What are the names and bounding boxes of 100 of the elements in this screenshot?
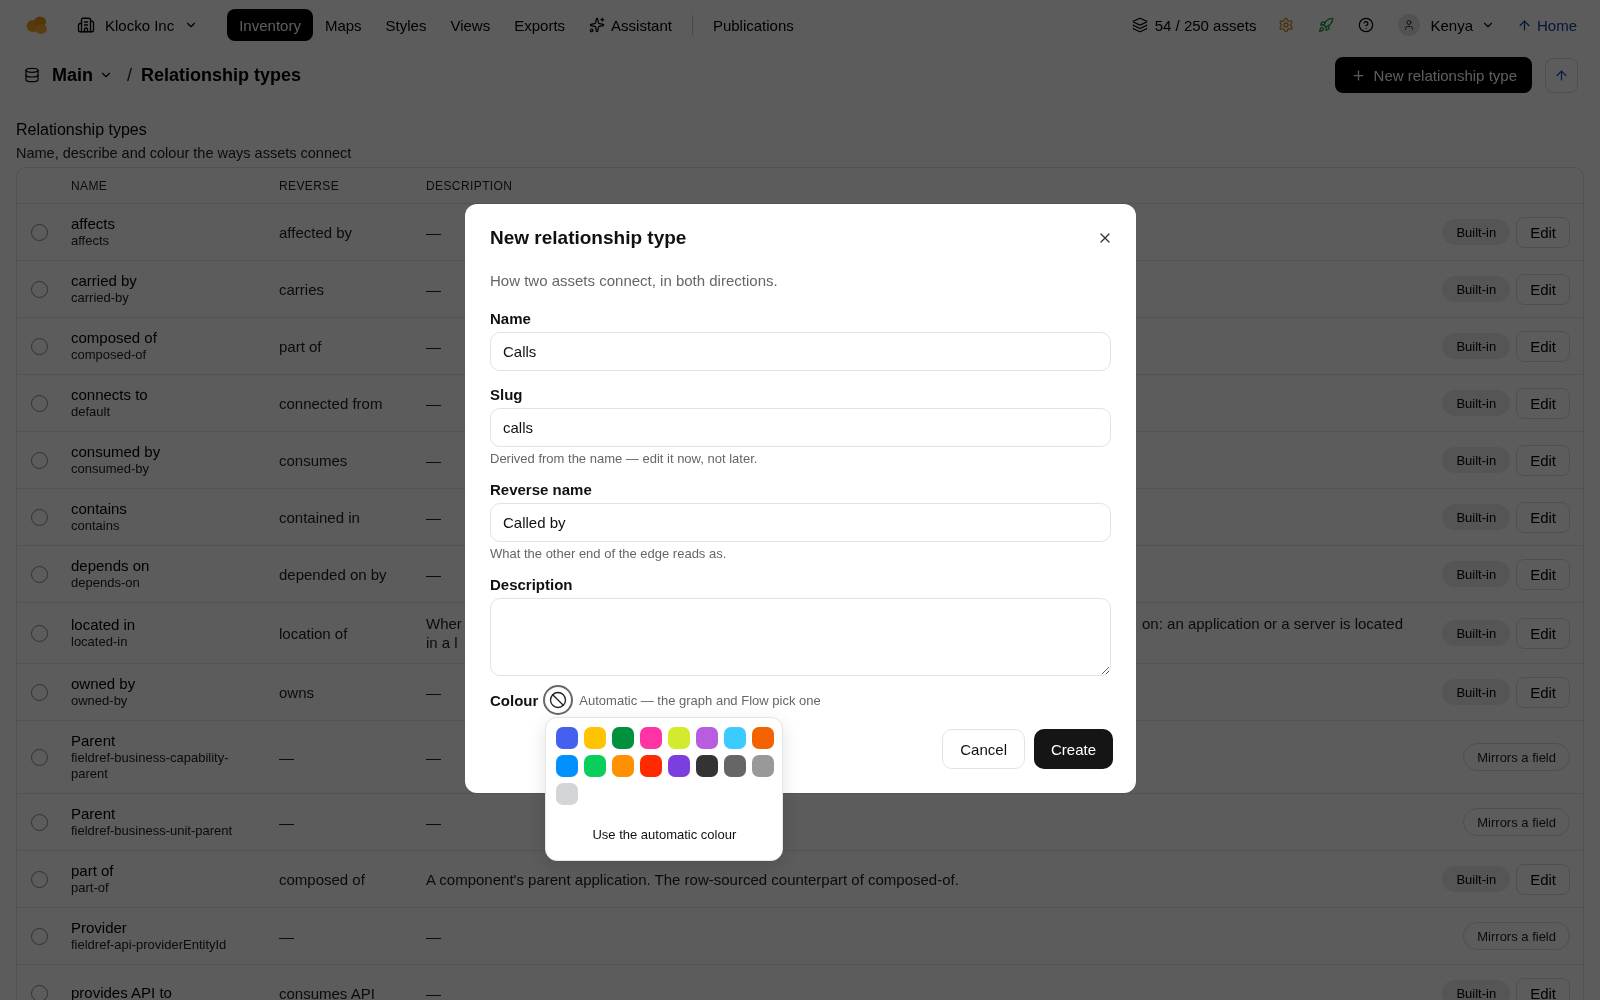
nav-tab[interactable]: Views xyxy=(438,9,503,41)
edit-button[interactable]: Edit xyxy=(1516,273,1570,305)
reverse-name: contained in xyxy=(279,508,360,526)
layers-icon xyxy=(1131,17,1148,33)
built-in-badge: Built-in xyxy=(1442,679,1511,705)
colour-swatch-icon[interactable] xyxy=(640,755,663,777)
colour-swatch-icon[interactable] xyxy=(752,755,775,777)
text-field[interactable]: Calls xyxy=(490,332,1111,371)
cancel-button[interactable]: Cancel xyxy=(942,729,1025,769)
type-name: affects xyxy=(71,215,115,233)
type-slug: carried-by xyxy=(71,290,129,306)
gear-icon[interactable] xyxy=(1278,17,1295,33)
colour-swatch-icon[interactable] xyxy=(696,727,719,749)
reverse-name: connected from xyxy=(279,394,383,412)
user-menu[interactable]: Kenya xyxy=(1398,14,1495,36)
colour-swatch-icon[interactable] xyxy=(612,755,635,777)
type-name: contains xyxy=(71,500,127,518)
type-name: Parent xyxy=(71,805,116,823)
type-name: connects to xyxy=(71,386,148,404)
colour-swatch-icon[interactable] xyxy=(696,755,719,777)
type-name: carried by xyxy=(71,272,137,290)
create-button[interactable]: Create xyxy=(1033,729,1113,769)
description-text: — xyxy=(426,926,441,946)
edit-button[interactable]: Edit xyxy=(1516,558,1570,590)
row-checkbox[interactable] xyxy=(31,927,48,945)
row-checkbox[interactable] xyxy=(31,451,48,469)
description-text: — xyxy=(426,682,441,702)
built-in-badge: Built-in xyxy=(1442,219,1511,245)
nav-tab[interactable]: Exports xyxy=(502,9,578,41)
built-in-badge: Built-in xyxy=(1442,447,1511,473)
logo-icon[interactable] xyxy=(26,15,48,35)
reverse-name: part of xyxy=(279,337,322,355)
row-checkbox[interactable] xyxy=(31,813,48,831)
colour-swatch-icon[interactable] xyxy=(668,755,691,777)
row-checkbox[interactable] xyxy=(31,748,48,766)
row-checkbox[interactable] xyxy=(31,624,48,642)
up-button[interactable] xyxy=(1545,57,1578,93)
column-header: NAME xyxy=(71,178,108,193)
edit-button[interactable]: Edit xyxy=(1516,617,1570,649)
colour-swatch-icon[interactable] xyxy=(556,727,579,749)
asset-usage: 54 / 250 assets xyxy=(1154,16,1257,34)
colour-swatch-icon[interactable] xyxy=(584,727,607,749)
description-text: — xyxy=(426,812,441,832)
colour-swatch-icon[interactable] xyxy=(556,783,579,805)
automatic-colour-button[interactable]: Use the automatic colour xyxy=(588,825,741,844)
database-icon xyxy=(24,67,40,83)
dialog-description: How two assets connect, in both directions. xyxy=(490,271,779,291)
help-icon[interactable] xyxy=(1358,17,1375,33)
description-text: in a l xyxy=(426,633,458,652)
sparkle-icon xyxy=(589,17,606,33)
home-link[interactable]: Home xyxy=(1517,16,1577,34)
text-field[interactable]: Called by xyxy=(490,503,1111,542)
colour-swatch-icon[interactable] xyxy=(584,755,607,777)
workspace-switcher[interactable]: Klocko Inc xyxy=(77,16,199,34)
built-in-badge: Built-in xyxy=(1442,561,1511,587)
colour-swatch-icon[interactable] xyxy=(640,727,663,749)
row-checkbox[interactable] xyxy=(31,394,48,412)
edit-button[interactable]: Edit xyxy=(1516,216,1570,248)
row-checkbox[interactable] xyxy=(31,984,48,1000)
row-checkbox[interactable] xyxy=(31,223,48,241)
row-checkbox[interactable] xyxy=(31,870,48,888)
edit-button[interactable]: Edit xyxy=(1516,330,1570,362)
nav-tab[interactable]: Inventory xyxy=(227,9,313,41)
colour-swatch-icon[interactable] xyxy=(724,727,747,749)
edit-button[interactable]: Edit xyxy=(1516,444,1570,476)
field-label: Colour xyxy=(490,691,539,709)
colour-picker-button[interactable] xyxy=(543,685,574,715)
row-checkbox[interactable] xyxy=(31,565,48,583)
colour-swatch-icon[interactable] xyxy=(752,727,775,749)
edit-button[interactable]: Edit xyxy=(1516,863,1570,895)
nav-tab[interactable]: Maps xyxy=(312,9,374,41)
row-checkbox[interactable] xyxy=(31,280,48,298)
breadcrumb-link[interactable]: Main xyxy=(52,64,113,86)
text-field[interactable]: calls xyxy=(490,408,1111,447)
colour-swatch-icon[interactable] xyxy=(556,755,579,777)
nav-tab[interactable]: Styles xyxy=(373,9,439,41)
breadcrumb-separator: / xyxy=(127,64,133,86)
edit-button[interactable]: Edit xyxy=(1516,387,1570,419)
edit-button[interactable]: Edit xyxy=(1516,977,1570,1000)
colour-swatch-icon[interactable] xyxy=(724,755,747,777)
row-checkbox[interactable] xyxy=(31,508,48,526)
type-slug: located-in xyxy=(71,634,128,650)
nav-tab[interactable]: Publications xyxy=(700,9,806,41)
row-checkbox[interactable] xyxy=(31,683,48,701)
edit-button[interactable]: Edit xyxy=(1516,676,1570,708)
edit-button[interactable]: Edit xyxy=(1516,501,1570,533)
new-type-button[interactable]: New relationship type xyxy=(1334,57,1532,93)
nav-tab[interactable]: Assistant xyxy=(577,9,684,41)
colour-swatch-icon[interactable] xyxy=(668,727,691,749)
colour-swatch-icon[interactable] xyxy=(612,727,635,749)
textarea-field[interactable] xyxy=(490,598,1111,676)
type-slug: fieldref-business-unit-parent xyxy=(71,823,233,839)
description-text: — xyxy=(426,983,441,1000)
built-in-badge: Built-in xyxy=(1442,390,1511,416)
row-checkbox[interactable] xyxy=(31,337,48,355)
type-name: consumed by xyxy=(71,443,161,461)
rocket-icon[interactable] xyxy=(1318,17,1335,33)
description-text: — xyxy=(426,507,441,527)
field-label: Description xyxy=(490,576,574,594)
reverse-name: depended on by xyxy=(279,565,387,583)
